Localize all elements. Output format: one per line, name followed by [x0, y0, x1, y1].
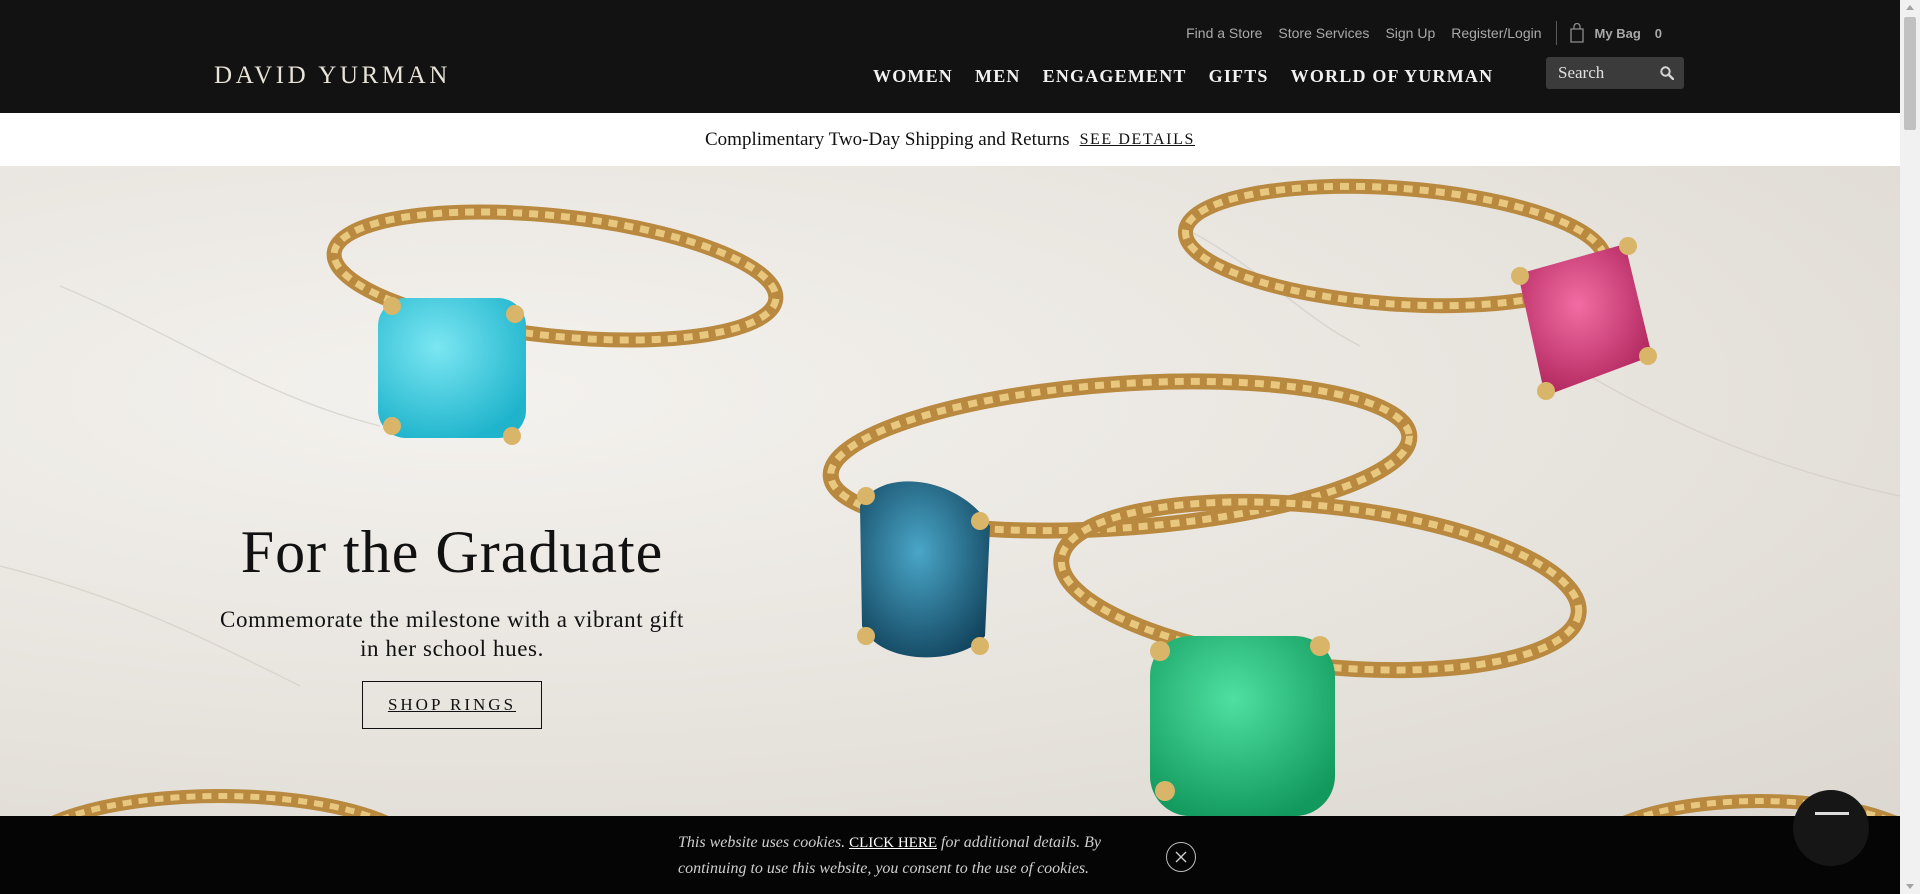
- scroll-down-arrow-icon[interactable]: [1906, 884, 1914, 889]
- nav-men[interactable]: MEN: [975, 66, 1021, 87]
- hero-title: For the Graduate: [240, 519, 664, 585]
- search-input[interactable]: [1558, 63, 1658, 83]
- nav-gifts[interactable]: GIFTS: [1209, 66, 1269, 87]
- scroll-thumb[interactable]: [1904, 17, 1916, 130]
- search-icon[interactable]: [1660, 66, 1674, 80]
- chat-icon: [1815, 812, 1849, 815]
- cookie-details-link[interactable]: CLICK HERE: [849, 835, 937, 851]
- search-box: [1546, 57, 1684, 89]
- see-details-link[interactable]: SEE DETAILS: [1080, 131, 1195, 149]
- hero-banner[interactable]: For the Graduate Commemorate the milesto…: [0, 166, 1900, 816]
- sign-up-link[interactable]: Sign Up: [1385, 25, 1435, 41]
- register-login-link[interactable]: Register/Login: [1451, 25, 1541, 41]
- shop-rings-button[interactable]: SHOP RINGS: [361, 681, 543, 729]
- promo-text: Complimentary Two-Day Shipping and Retur…: [705, 128, 1070, 150]
- nav-world-of-yurman[interactable]: WORLD OF YURMAN: [1291, 66, 1494, 87]
- bag-label: My Bag: [1594, 25, 1641, 41]
- cookie-close-button[interactable]: [1166, 842, 1196, 872]
- cookie-banner: This website uses cookies. CLICK HERE fo…: [0, 816, 1900, 894]
- cookie-text-before: This website uses cookies.: [678, 834, 846, 851]
- close-icon: [1175, 851, 1187, 863]
- site-header: DAVID YURMAN Find a Store Store Services…: [0, 0, 1900, 113]
- utility-divider: [1555, 21, 1557, 45]
- store-services-link[interactable]: Store Services: [1278, 25, 1369, 41]
- promo-banner: Complimentary Two-Day Shipping and Retur…: [0, 113, 1900, 166]
- cookie-message: This website uses cookies. CLICK HERE fo…: [678, 830, 1118, 882]
- brand-logo[interactable]: DAVID YURMAN: [214, 62, 451, 90]
- main-nav: WOMEN MEN ENGAGEMENT GIFTS WORLD OF YURM…: [873, 66, 1515, 87]
- pink-ring: [1177, 178, 1657, 400]
- shopping-bag-icon: [1569, 23, 1584, 43]
- hero-copy: For the Graduate Commemorate the milesto…: [210, 518, 694, 729]
- hero-subtitle: Commemorate the milestone with a vibrant…: [220, 607, 684, 661]
- page-scrollbar[interactable]: [1900, 0, 1920, 894]
- my-bag-button[interactable]: My Bag 0: [1569, 23, 1662, 43]
- utility-nav: Find a Store Store Services Sign Up Regi…: [1170, 21, 1662, 45]
- nav-women[interactable]: WOMEN: [873, 66, 953, 87]
- nav-engagement[interactable]: ENGAGEMENT: [1043, 66, 1187, 87]
- chat-button[interactable]: [1793, 790, 1869, 866]
- turquoise-ring: [326, 204, 784, 445]
- bag-count: 0: [1654, 25, 1662, 41]
- scroll-up-arrow-icon[interactable]: [1906, 5, 1914, 10]
- find-a-store-link[interactable]: Find a Store: [1186, 25, 1262, 41]
